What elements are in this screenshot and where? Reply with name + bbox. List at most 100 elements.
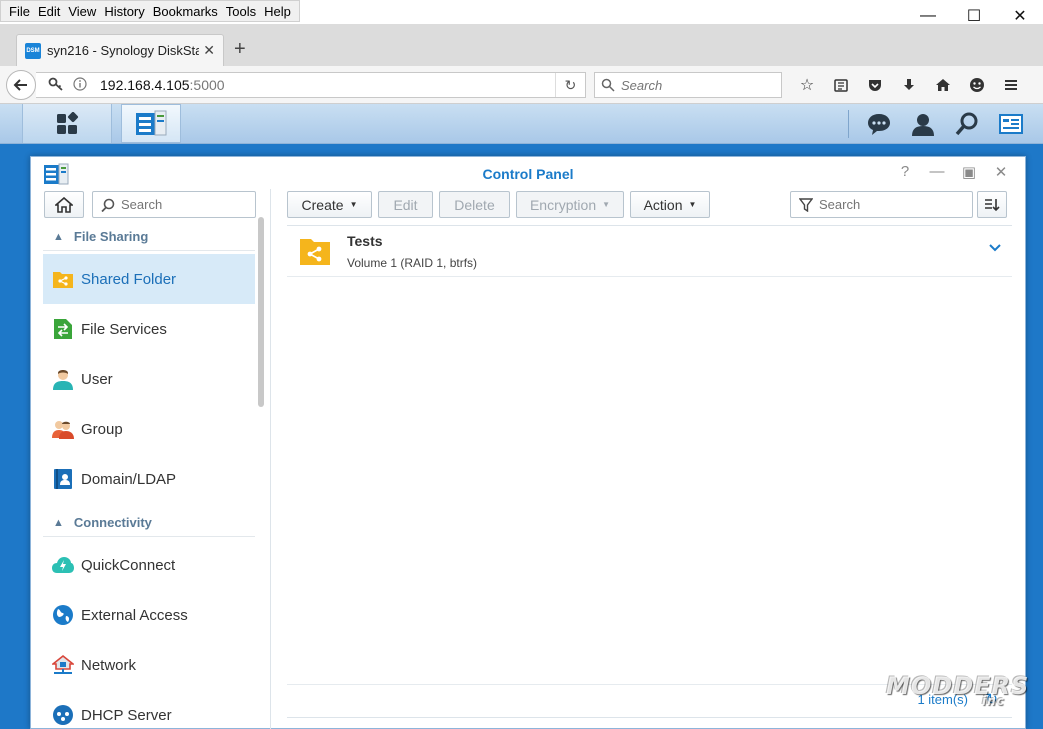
folder-search-input[interactable] <box>819 197 939 212</box>
url-bar[interactable]: 192.168.4.105:5000 ↻ <box>36 72 586 98</box>
tab-strip: DSM syn216 - Synology DiskSta... ✕ + <box>0 24 1043 66</box>
home-icon <box>55 196 73 213</box>
section-label: File Sharing <box>73 229 149 244</box>
sidebar-item-label: QuickConnect <box>81 556 176 574</box>
sidebar-item-group[interactable]: Group <box>43 404 255 454</box>
sidebar-scrollbar[interactable] <box>258 217 264 407</box>
browser-toolbar-icons: ☆ <box>790 72 1028 98</box>
menu-list: File Edit View History Bookmarks Tools H… <box>0 0 300 22</box>
emoji-icon[interactable] <box>960 72 994 98</box>
dhcp-server-icon <box>51 703 75 727</box>
folder-search-box[interactable] <box>790 191 973 218</box>
menu-view[interactable]: View <box>68 4 96 19</box>
sidebar-item-label: Domain/LDAP <box>81 470 177 488</box>
key-icon[interactable] <box>44 76 68 95</box>
group-icon <box>51 417 75 441</box>
domain-ldap-icon <box>51 467 75 491</box>
sidebar-item-file-services[interactable]: File Services <box>43 304 255 354</box>
window-titlebar[interactable]: Control Panel ? — ▣ ✕ <box>31 157 1025 189</box>
menu-help[interactable]: Help <box>264 4 291 19</box>
watermark-logo: MODDERS inc <box>886 672 1029 708</box>
menu-tools[interactable]: Tools <box>226 4 256 19</box>
menu-file[interactable]: File <box>9 4 30 19</box>
toolbar: Create ▼ Edit Delete Encryption ▼ Action ▼ <box>287 191 716 218</box>
browser-tab[interactable]: DSM syn216 - Synology DiskSta... ✕ <box>16 34 224 66</box>
window-title: Control Panel <box>482 166 574 182</box>
create-button[interactable]: Create ▼ <box>287 191 372 218</box>
folder-volume: Volume 1 (RAID 1, btrfs) <box>347 256 478 270</box>
caret-down-icon: ▼ <box>602 200 611 209</box>
sidebar-item-domain-ldap[interactable]: Domain/LDAP <box>43 454 255 504</box>
control-panel-task-button[interactable] <box>121 104 181 143</box>
action-label: Action <box>643 196 683 213</box>
sort-button[interactable] <box>977 191 1007 218</box>
sidebar-item-user[interactable]: User <box>43 354 255 404</box>
section-file-sharing[interactable]: ▲ File Sharing <box>43 223 255 251</box>
sidebar-item-label: File Services <box>81 320 167 338</box>
quickconnect-icon <box>51 553 75 577</box>
edit-button[interactable]: Edit <box>378 191 433 218</box>
sidebar-item-label: Shared Folder <box>81 270 177 288</box>
section-label: Connectivity <box>73 515 152 530</box>
bottom-divider <box>287 717 1012 718</box>
sidebar-search-box[interactable] <box>92 191 256 218</box>
dsm-taskbar <box>0 104 1043 144</box>
home-icon[interactable] <box>926 72 960 98</box>
sidebar-item-external-access[interactable]: External Access <box>43 590 255 640</box>
action-button[interactable]: Action ▼ <box>630 191 710 218</box>
info-icon[interactable] <box>68 76 92 94</box>
hamburger-menu-icon[interactable] <box>994 72 1028 98</box>
download-icon[interactable] <box>892 72 926 98</box>
close-window-icon[interactable]: ✕ <box>985 163 1017 181</box>
sidebar-item-quickconnect[interactable]: QuickConnect <box>43 540 255 590</box>
sidebar-item-label: User <box>81 370 113 388</box>
maximize-window-icon[interactable]: ▣ <box>953 163 985 181</box>
sidebar-item-label: Group <box>81 420 123 438</box>
control-panel-window: Control Panel ? — ▣ ✕ ▲ File Sharing Sha… <box>30 156 1026 729</box>
network-icon <box>51 653 75 677</box>
new-tab-icon[interactable]: + <box>234 38 246 61</box>
minimize-window-icon[interactable]: — <box>921 163 953 181</box>
menu-edit[interactable]: Edit <box>38 4 60 19</box>
reading-list-icon[interactable] <box>824 72 858 98</box>
notifications-icon[interactable] <box>857 112 901 136</box>
browser-search-input[interactable] <box>621 77 771 93</box>
window-buttons: ? — ▣ ✕ <box>889 163 1017 181</box>
url-host: 192.168.4.105 <box>100 77 190 93</box>
user-account-icon[interactable] <box>901 112 945 136</box>
search-icon <box>101 198 115 212</box>
widgets-icon[interactable] <box>989 113 1033 135</box>
tab-close-icon[interactable]: ✕ <box>203 42 215 59</box>
taskbar-separator <box>848 109 849 138</box>
sidebar-item-shared-folder[interactable]: Shared Folder <box>43 254 255 304</box>
main-panel: Create ▼ Edit Delete Encryption ▼ Action ▼ … <box>272 189 1025 729</box>
sidebar-item-label: Network <box>81 656 137 674</box>
encryption-label: Encryption <box>529 196 597 213</box>
user-icon <box>51 367 75 391</box>
delete-button[interactable]: Delete <box>439 191 510 218</box>
browser-navbar: 192.168.4.105:5000 ↻ ☆ <box>0 66 1043 104</box>
sidebar-item-network[interactable]: Network <box>43 640 255 690</box>
delete-label: Delete <box>454 196 495 213</box>
globe-icon <box>51 603 75 627</box>
menu-history[interactable]: History <box>104 4 144 19</box>
browser-search-box[interactable] <box>594 72 782 98</box>
pocket-icon[interactable] <box>858 72 892 98</box>
main-menu-button[interactable] <box>22 104 112 143</box>
home-button[interactable] <box>44 191 84 218</box>
sidebar-item-dhcp-server[interactable]: DHCP Server <box>43 690 255 729</box>
search-icon-taskbar[interactable] <box>945 112 989 136</box>
encryption-button[interactable]: Encryption ▼ <box>516 191 624 218</box>
chevron-down-icon[interactable] <box>988 240 1002 258</box>
sidebar: ▲ File Sharing Shared Folder File Servic… <box>31 189 271 729</box>
list-item[interactable]: Tests Volume 1 (RAID 1, btrfs) <box>287 226 1012 277</box>
sidebar-search-input[interactable] <box>121 197 241 212</box>
reload-icon[interactable]: ↻ <box>555 73 585 97</box>
bookmark-star-icon[interactable]: ☆ <box>790 72 824 98</box>
url-port: :5000 <box>189 77 225 93</box>
back-button[interactable] <box>6 70 36 100</box>
menu-bookmarks[interactable]: Bookmarks <box>153 4 218 19</box>
section-connectivity[interactable]: ▲ Connectivity <box>43 509 255 537</box>
watermark-text: MODDERS <box>886 672 1030 700</box>
help-icon[interactable]: ? <box>889 163 921 181</box>
